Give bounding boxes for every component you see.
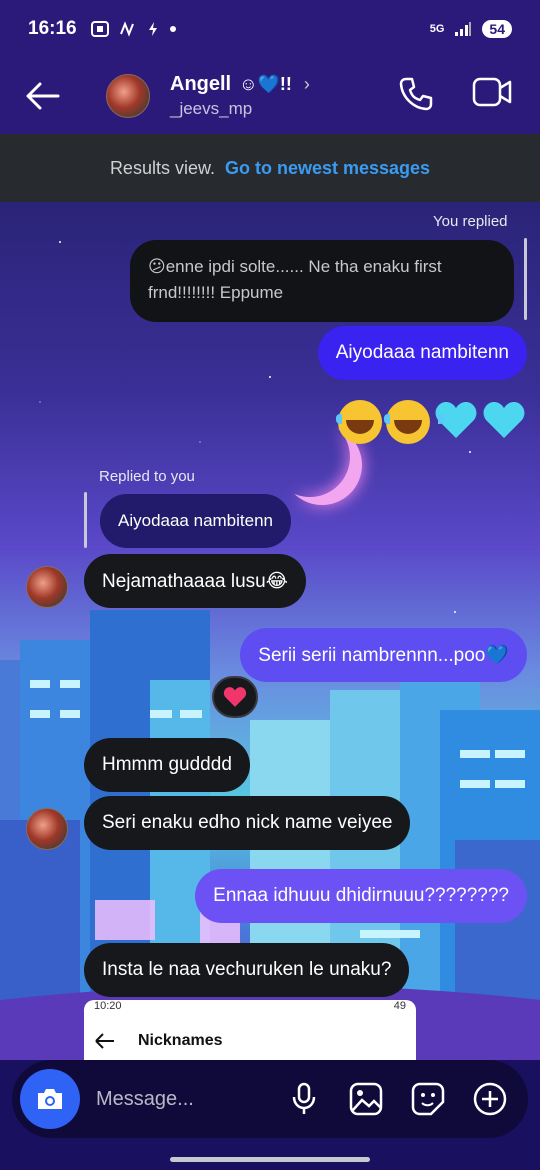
chat-header: Angell ☺💙!! › _jeevs_mp	[0, 58, 540, 134]
sticker-icon	[411, 1082, 445, 1116]
cyan-heart-icon	[483, 402, 525, 438]
emoji-message[interactable]	[336, 400, 526, 444]
reply-indicator-line	[84, 492, 87, 548]
message-bubble-received[interactable]: Seri enaku edho nick name veiyee	[84, 796, 411, 850]
more-options-button[interactable]	[472, 1081, 508, 1117]
message-row: Hmmm gudddd	[84, 738, 250, 792]
sticker-button[interactable]	[410, 1081, 446, 1117]
replied-to-you-label: Replied to you	[99, 468, 195, 485]
tears-of-joy-icon	[336, 400, 396, 444]
message-bubble-received[interactable]: Nejamathaaaa lusu😂	[84, 554, 306, 608]
image-icon	[349, 1082, 383, 1116]
go-to-newest-link[interactable]: Go to newest messages	[225, 158, 430, 179]
contact-name: Angell	[170, 73, 232, 95]
signal-icon	[455, 22, 472, 36]
notification-icons	[90, 21, 177, 37]
message-bubble-received[interactable]: Insta le naa vechuruken le unaku?	[84, 943, 410, 997]
contact-username: _jeevs_mp	[170, 99, 253, 118]
home-indicator[interactable]	[170, 1157, 370, 1162]
tears-of-joy-icon	[384, 400, 444, 444]
results-view-bar: Results view. Go to newest messages	[0, 134, 540, 202]
arrow-left-icon	[95, 1033, 114, 1049]
voice-call-button[interactable]	[398, 76, 434, 117]
message-row: Serii serii nambrennn...poo💙	[240, 628, 527, 682]
arrow-left-icon	[26, 82, 60, 110]
shared-status-battery: 49	[393, 1000, 406, 1012]
camera-button[interactable]	[20, 1069, 80, 1129]
sender-avatar[interactable]	[26, 566, 68, 608]
reaction-badge[interactable]	[212, 676, 258, 718]
camera-icon	[38, 1089, 62, 1109]
battery-indicator: 54	[482, 20, 512, 38]
message-input[interactable]	[96, 1087, 276, 1111]
shared-status-time: 10:20	[94, 1000, 122, 1012]
status-time: 16:16	[28, 18, 77, 39]
message-bubble-sent[interactable]: Serii serii nambrennn...poo💙	[240, 628, 527, 682]
gallery-button[interactable]	[348, 1081, 384, 1117]
message-row: Nejamathaaaa lusu😂	[84, 554, 306, 608]
status-bar: 16:16 5G 54	[0, 0, 540, 58]
reply-indicator-line	[524, 238, 527, 320]
results-view-label: Results view.	[109, 157, 215, 178]
screenshot-icon	[90, 21, 109, 37]
message-row: Seri enaku edho nick name veiyee	[84, 796, 411, 850]
network-label: 5G	[429, 23, 445, 35]
dot-icon	[169, 26, 176, 32]
message-bubble-sent[interactable]: Ennaa idhuuu dhidirnuuu????????	[195, 869, 527, 923]
message-row: Ennaa idhuuu dhidirnuuu????????	[195, 869, 527, 923]
plus-circle-icon	[473, 1082, 507, 1116]
bolt-icon	[148, 22, 157, 36]
paytm-icon	[119, 21, 134, 37]
message-row: Aiyodaaa nambitenn	[100, 494, 292, 548]
voice-message-button[interactable]	[286, 1081, 322, 1117]
message-row: Insta le naa vechuruken le unaku?	[84, 943, 410, 997]
message-bubble-received[interactable]: Hmmm gudddd	[84, 738, 250, 792]
message-composer	[12, 1060, 528, 1138]
message-bubble-sent[interactable]: Aiyodaaa nambitenn	[317, 326, 527, 380]
shared-title: Nicknames	[138, 1032, 223, 1049]
quoted-message[interactable]: 😕enne ipdi solte...... Ne tha enaku firs…	[130, 240, 514, 322]
contact-info[interactable]: Angell ☺💙!! › _jeevs_mp	[170, 73, 310, 119]
sender-avatar[interactable]	[26, 808, 68, 850]
chevron-right-icon: ›	[303, 74, 310, 94]
microphone-icon	[292, 1082, 316, 1114]
contact-avatar[interactable]	[106, 74, 150, 118]
you-replied-label: You replied	[433, 213, 508, 230]
contact-name-emojis: ☺💙!!	[239, 74, 292, 94]
message-row: Aiyodaaa nambitenn	[317, 326, 527, 380]
phone-icon	[399, 77, 433, 110]
red-heart-icon	[223, 687, 247, 707]
video-call-button[interactable]	[472, 76, 512, 117]
back-button[interactable]	[18, 71, 68, 121]
quoted-message-bubble[interactable]: Aiyodaaa nambitenn	[100, 494, 292, 548]
video-camera-icon	[472, 77, 512, 106]
